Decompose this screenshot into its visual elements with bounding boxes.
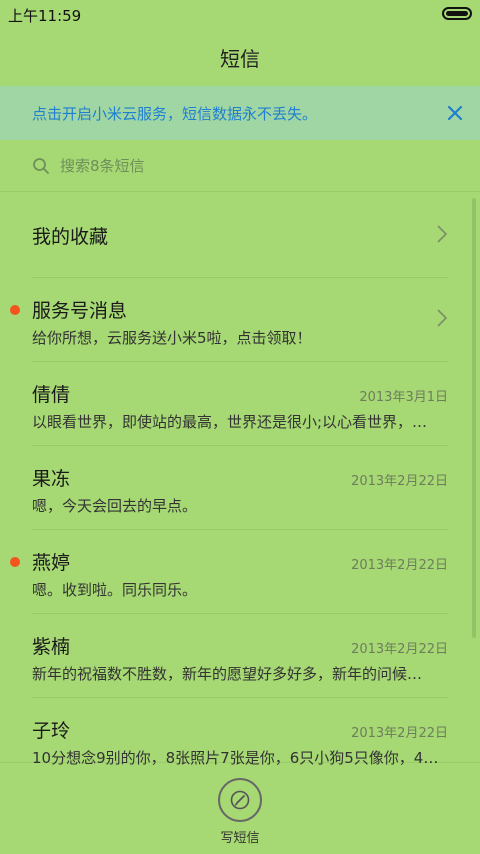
thread-date: 2013年2月22日 [351,558,448,573]
unread-dot [10,305,20,315]
thread-snippet: 新年的祝福数不胜数，新年的愿望好多好多，新年的问候… [32,665,423,683]
thread-date: 2013年2月22日 [351,642,448,657]
thread-name: 倩倩 [32,384,71,406]
thread-name: 紫楠 [32,636,71,658]
thread-snippet: 嗯，今天会回去的早点。 [32,497,198,515]
compose-button[interactable] [218,778,262,822]
thread-name: 我的收藏 [32,226,109,248]
thread-row-service[interactable]: 服务号消息 给你所想，云服务送小米5啦，点击领取！ [10,278,448,362]
chevron-right-icon [437,309,448,327]
thread-name: 服务号消息 [32,300,128,322]
search-bar[interactable] [0,140,480,192]
compose-label[interactable]: 写短信 [0,827,480,846]
thread-row[interactable]: 燕婷 2013年2月22日 嗯。收到啦。同乐同乐。 [10,530,448,614]
banner-text[interactable]: 点击开启小米云服务，短信数据永不丢失。 [32,103,448,124]
thread-row[interactable]: 果冻 2013年2月22日 嗯，今天会回去的早点。 [32,446,448,530]
thread-date: 2013年2月22日 [351,474,448,489]
thread-date: 2013年2月22日 [351,726,448,741]
bottom-bar: 写短信 [0,762,480,854]
thread-row[interactable]: 紫楠 2013年2月22日 新年的祝福数不胜数，新年的愿望好多好多，新年的问候… [32,614,448,698]
thread-name: 子玲 [32,720,71,742]
status-bar: 上午11:59 [0,0,480,28]
thread-snippet: 给你所想，云服务送小米5啦，点击领取！ [32,329,312,347]
thread-list: 我的收藏 服务号消息 给你所想，云服务送小米5啦，点击领取！ 倩倩 2013年3… [0,194,480,782]
chevron-right-icon [437,225,448,243]
status-time: 上午11:59 [8,7,82,25]
scrollbar[interactable] [472,198,476,638]
close-icon[interactable] [444,102,466,124]
battery-icon [442,7,472,20]
unread-dot [10,557,20,567]
thread-snippet: 以眼看世界，即使站的最高，世界还是很小;以心看世界，… [32,413,428,431]
compose-icon [230,790,250,810]
cloud-service-banner[interactable]: 点击开启小米云服务，短信数据永不丢失。 [0,86,480,140]
search-input[interactable] [58,155,422,176]
thread-name: 果冻 [32,468,71,490]
thread-row[interactable]: 倩倩 2013年3月1日 以眼看世界，即使站的最高，世界还是很小;以心看世界，… [32,362,448,446]
search-icon [33,157,49,174]
title-bar: 短信 [0,28,480,86]
page-title: 短信 [220,46,260,71]
thread-snippet: 嗯。收到啦。同乐同乐。 [32,581,198,599]
thread-row-favorites[interactable]: 我的收藏 [32,194,448,278]
thread-date: 2013年3月1日 [359,390,448,405]
thread-name: 燕婷 [32,552,71,574]
